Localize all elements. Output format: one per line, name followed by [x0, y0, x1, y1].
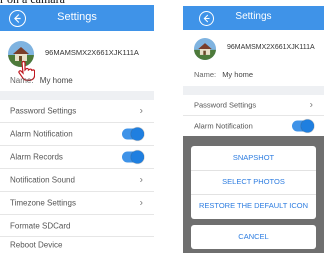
row-label: Timezone Settings — [10, 198, 76, 208]
name-value: My home — [222, 70, 254, 79]
header-bar: Settings — [183, 6, 324, 30]
row-label: Alarm Notification — [10, 129, 73, 139]
row-alarm-records[interactable]: Alarm Records — [0, 146, 154, 169]
section-divider — [183, 86, 324, 95]
row-alarm-notification[interactable]: Alarm Notification — [0, 123, 154, 146]
row-label: Formate SDCard — [10, 221, 71, 230]
page-title: Settings — [57, 11, 97, 23]
alarm-records-toggle[interactable] — [122, 150, 144, 164]
name-value: My home — [39, 76, 73, 85]
page-title: Settings — [235, 11, 272, 22]
row-format-sdcard[interactable]: Formate SDCard — [0, 215, 154, 237]
chevron-right-icon: › — [309, 99, 313, 111]
device-name[interactable]: Name: My home — [10, 76, 73, 85]
row-label: Reboot Device — [10, 240, 63, 250]
row-password-settings[interactable]: Password Settings › — [0, 100, 154, 123]
row-password-settings[interactable]: Password Settings › — [183, 95, 324, 116]
settings-screen-right: Settings 96MAMSMX2X661XJK111A Name: My h… — [183, 6, 324, 253]
row-label: Alarm Notification — [194, 121, 253, 131]
row-label: Alarm Records — [10, 152, 63, 162]
device-serial: 96MAMSMX2X661XJK111A — [227, 44, 315, 51]
settings-screen-left: Settings 96MAMSMX2X661XJK111A Name: My h… — [0, 5, 154, 253]
snapshot-button[interactable]: SNAPSHOT — [191, 146, 316, 171]
cancel-button[interactable]: CANCEL — [191, 225, 316, 249]
row-label: Password Settings — [194, 100, 257, 110]
select-photos-button[interactable]: SELECT PHOTOS — [191, 170, 316, 195]
name-label: Name: — [194, 70, 217, 79]
action-sheet: SNAPSHOT SELECT PHOTOS RESTORE THE DEFAU… — [191, 146, 316, 219]
section-divider — [0, 91, 154, 100]
restore-default-icon-button[interactable]: RESTORE THE DEFAULT ICON — [191, 194, 316, 218]
row-timezone-settings[interactable]: Timezone Settings › — [0, 192, 154, 215]
alarm-notification-toggle[interactable] — [292, 119, 314, 133]
row-alarm-notification[interactable]: Alarm Notification — [183, 116, 324, 137]
device-serial: 96MAMSMX2X661XJK111A — [45, 48, 139, 57]
name-label: Name: — [10, 76, 34, 85]
header-bar: Settings — [0, 5, 154, 31]
device-name[interactable]: Name: My home — [194, 70, 253, 79]
chevron-right-icon: › — [139, 174, 143, 186]
row-reboot-device[interactable]: Reboot Device — [0, 237, 154, 253]
chevron-right-icon: › — [139, 105, 143, 117]
chevron-right-icon: › — [139, 197, 143, 209]
row-label: Notification Sound — [10, 175, 75, 185]
row-notification-sound[interactable]: Notification Sound › — [0, 169, 154, 192]
row-label: Password Settings — [10, 106, 77, 116]
device-avatar[interactable] — [194, 38, 216, 60]
alarm-notification-toggle[interactable] — [122, 127, 144, 141]
